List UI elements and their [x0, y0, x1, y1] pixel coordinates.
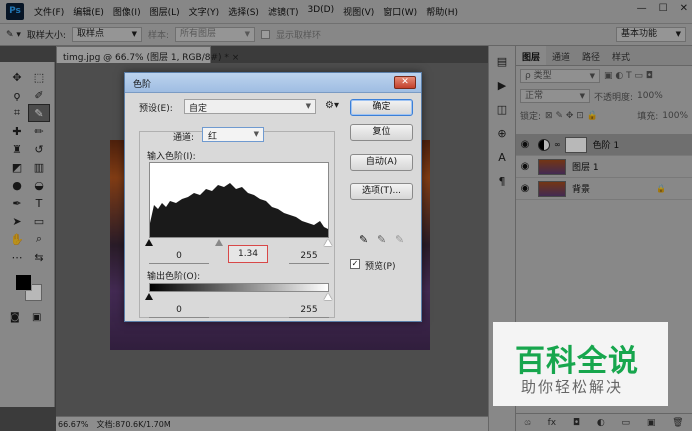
input-white-field[interactable]: 255	[289, 250, 329, 264]
preset-label: 预设(E):	[139, 104, 173, 114]
output-black-slider[interactable]	[145, 293, 153, 300]
output-white-slider[interactable]	[324, 293, 332, 300]
input-white-slider[interactable]	[324, 239, 332, 246]
channel-label: 通道:	[173, 133, 195, 143]
black-point-eyedropper-icon[interactable]: ✎	[359, 233, 368, 246]
input-gamma-slider[interactable]	[215, 239, 223, 246]
close-icon[interactable]: ✕	[394, 76, 416, 89]
preset-value: 自定	[189, 104, 208, 114]
output-black-field[interactable]: 0	[149, 304, 209, 318]
white-point-eyedropper-icon[interactable]: ✎	[395, 233, 404, 246]
ok-button[interactable]: 确定	[350, 99, 413, 116]
histogram	[149, 162, 329, 238]
output-levels-label: 输出色阶(O):	[147, 272, 201, 282]
dialog-title: 色阶	[125, 73, 421, 93]
histogram-graph	[150, 183, 328, 237]
preview-label: 预览(P)	[365, 262, 396, 272]
watermark-title: 百科全说	[515, 344, 639, 379]
output-white-field[interactable]: 255	[289, 304, 329, 318]
output-gradient	[149, 283, 329, 292]
chevron-down-icon: ▼	[305, 102, 311, 110]
channel-select[interactable]: 红 ▼	[202, 127, 264, 142]
levels-dialog: 色阶 ✕ 预设(E): 自定 ▼ ⚙▾ 通道: 红 ▼ 输入色阶(I): 0 1.3…	[124, 72, 422, 322]
chevron-down-icon: ▼	[253, 130, 259, 138]
gray-point-eyedropper-icon[interactable]: ✎	[377, 233, 386, 246]
foreground-color-swatch[interactable]	[15, 274, 32, 291]
preset-options-gear-icon[interactable]: ⚙▾	[325, 100, 339, 111]
preset-select[interactable]: 自定 ▼	[184, 99, 316, 114]
input-black-slider[interactable]	[145, 239, 153, 246]
options-button[interactable]: 选项(T)...	[350, 183, 413, 200]
input-levels-label: 输入色阶(I):	[147, 152, 196, 162]
input-black-field[interactable]: 0	[149, 250, 209, 264]
preview-checkbox[interactable]: ✓	[350, 259, 360, 269]
watermark: 百科全说 助你轻松解决	[493, 322, 668, 406]
reset-button[interactable]: 复位	[350, 124, 413, 141]
watermark-subtitle: 助你轻松解决	[521, 378, 624, 396]
auto-button[interactable]: 自动(A)	[350, 154, 413, 171]
input-gamma-field[interactable]: 1.34	[228, 245, 268, 263]
channel-value: 红	[208, 132, 218, 142]
dialog-body: 预设(E): 自定 ▼ ⚙▾ 通道: 红 ▼ 输入色阶(I): 0 1.34 255…	[125, 93, 423, 323]
